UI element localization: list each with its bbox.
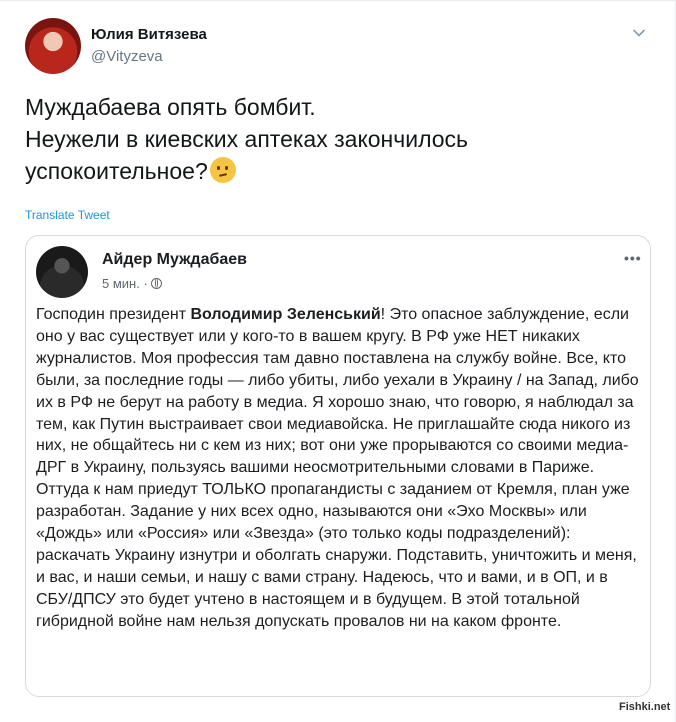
body-text: Господин президент	[36, 306, 191, 323]
tweet-text-line: Муждабаева опять бомбит.	[25, 94, 316, 120]
tweet-text-line: Неужели в киевских аптеках закончилось	[25, 126, 469, 152]
watermark: Fishki.net	[619, 701, 671, 713]
embedded-post[interactable]: Айдер Муждабаев 5 мин. · ••• Господин пр…	[25, 235, 651, 697]
author-handle[interactable]: @Vityzeva	[91, 48, 163, 65]
embedded-avatar	[36, 246, 88, 298]
avatar[interactable]	[25, 18, 81, 74]
chevron-down-icon[interactable]	[632, 26, 646, 40]
globe-icon	[150, 278, 162, 289]
timestamp-text: 5 мин. ·	[102, 276, 148, 291]
embedded-timestamp: 5 мин. ·	[102, 276, 162, 291]
embedded-post-body: Господин президент Володимир Зеленський!…	[36, 304, 644, 633]
more-options-icon: •••	[624, 250, 642, 266]
body-text: ! Это опасное заблуждение, если оно у ва…	[36, 306, 639, 630]
tweet-text-line: успокоительное?	[25, 158, 208, 184]
author-name[interactable]: Юлия Витязева	[91, 26, 207, 43]
tweet: Юлия Витязева @Vityzeva Муждабаева опять…	[0, 0, 676, 722]
embedded-author-name: Айдер Муждабаев	[102, 251, 247, 268]
tweet-text: Муждабаева опять бомбит. Неужели в киевск…	[25, 91, 645, 187]
divider	[0, 0, 676, 1]
body-bold-name: Володимир Зеленський	[190, 306, 381, 323]
translate-tweet-link[interactable]: Translate Tweet	[25, 208, 110, 222]
thinking-face-icon	[209, 157, 236, 183]
